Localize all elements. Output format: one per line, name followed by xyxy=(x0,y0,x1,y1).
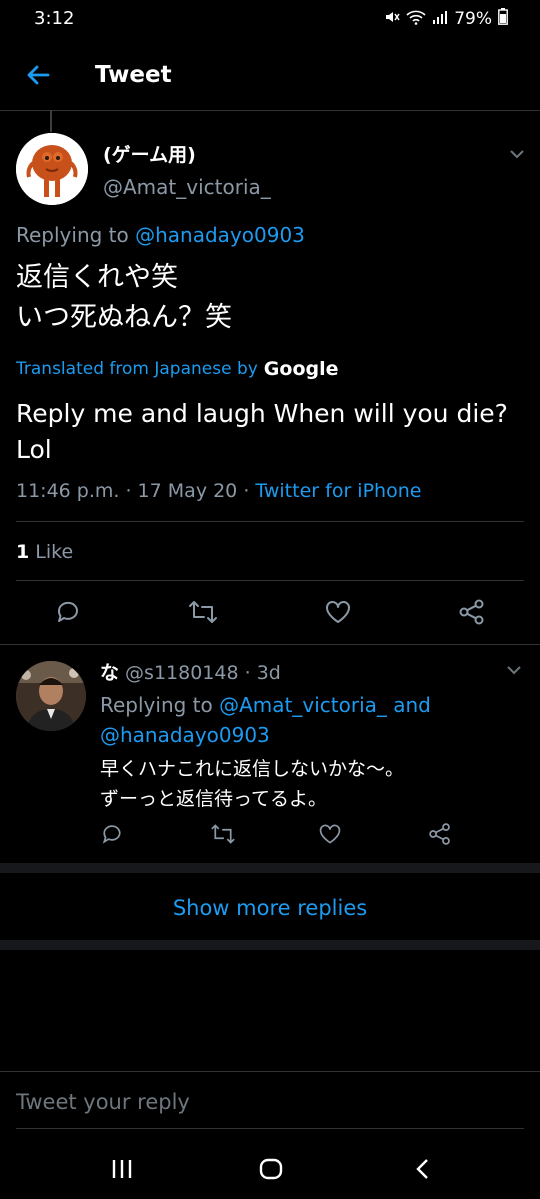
system-nav-bar xyxy=(0,1140,540,1199)
section-separator xyxy=(0,863,540,873)
tweet-meta: 11:46 p.m. · 17 May 20 · Twitter for iPh… xyxy=(16,480,421,502)
status-icons: 79% xyxy=(384,8,508,30)
battery-percent: 79% xyxy=(454,9,492,29)
back-nav-icon[interactable] xyxy=(412,1158,434,1184)
chevron-down-icon[interactable] xyxy=(505,662,523,681)
reply-actions xyxy=(100,820,520,852)
divider xyxy=(0,1071,540,1072)
reply-text-line: ずーっと返信待ってるよ。 xyxy=(100,788,328,810)
reply-text-line: 早くハナこれに返信しないかな〜。 xyxy=(100,758,405,780)
tweet-text-line: 返信くれや笑 xyxy=(16,262,178,293)
replying-prefix: Replying to xyxy=(16,223,129,247)
show-more-replies-button[interactable]: Show more replies xyxy=(0,880,540,938)
replying-prefix: Replying to xyxy=(100,693,220,717)
divider xyxy=(16,1128,524,1129)
divider xyxy=(16,521,524,522)
replying-to-link[interactable]: @hanadayo0903 xyxy=(100,723,270,747)
like-heart-icon[interactable] xyxy=(318,822,342,850)
mute-icon xyxy=(384,9,400,30)
tweet-text-line: いつ死ぬねん？笑 xyxy=(16,302,232,333)
reply-handle-time: @s1180148 · 3d xyxy=(119,662,281,684)
signal-icon xyxy=(432,9,448,30)
battery-icon xyxy=(498,8,508,30)
tweet-source-link[interactable]: Twitter for iPhone xyxy=(255,480,421,502)
google-logo: Google xyxy=(263,358,339,380)
retweet-icon[interactable] xyxy=(188,598,218,630)
avatar[interactable] xyxy=(16,133,88,205)
thread-connector xyxy=(50,110,52,132)
avatar[interactable] xyxy=(16,661,86,731)
home-icon[interactable] xyxy=(259,1158,283,1184)
like-label: Like xyxy=(29,541,74,563)
chevron-down-icon[interactable] xyxy=(508,146,526,165)
reply-replying-to: Replying to @Amat_victoria_ and @hanaday… xyxy=(100,690,520,750)
replying-to-link[interactable]: @Amat_victoria_ and xyxy=(219,693,431,717)
translated-text: Reply me and laugh When will you die? Lo… xyxy=(16,399,508,464)
reply-text: 早くハナこれに返信しないかな〜。 ずーっと返信待ってるよ。 xyxy=(100,754,404,814)
retweet-icon[interactable] xyxy=(210,822,236,850)
reply-display-name: な xyxy=(100,662,120,684)
tweet-actions xyxy=(0,590,540,640)
reply-input[interactable]: Tweet your reply xyxy=(16,1090,190,1114)
reply-icon[interactable] xyxy=(54,598,82,630)
divider xyxy=(0,644,540,645)
author-handle[interactable]: @Amat_victoria_ xyxy=(103,175,271,199)
like-heart-icon[interactable] xyxy=(324,598,352,630)
tweet-text: 返信くれや笑 いつ死ぬねん？笑 xyxy=(16,258,232,338)
replying-to-link[interactable]: @hanadayo0903 xyxy=(135,223,305,247)
reply-icon[interactable] xyxy=(100,822,124,850)
divider xyxy=(16,580,524,581)
author-display-name[interactable]: (ゲーム用) xyxy=(103,140,196,167)
share-icon[interactable] xyxy=(458,598,486,630)
status-time: 3:12 xyxy=(34,8,75,29)
translation-attribution[interactable]: Translated from Japanese by Google xyxy=(16,358,339,380)
likes-count[interactable]: 1 Like xyxy=(16,541,73,563)
recent-apps-icon[interactable] xyxy=(110,1158,134,1184)
back-arrow-icon[interactable] xyxy=(22,59,54,91)
share-icon[interactable] xyxy=(428,822,452,850)
replying-to: Replying to @hanadayo0903 xyxy=(16,223,305,247)
top-bar: Tweet xyxy=(0,40,540,111)
wifi-icon xyxy=(406,9,426,30)
section-separator xyxy=(0,940,540,950)
like-number: 1 xyxy=(16,541,30,563)
translated-label: Translated from Japanese by xyxy=(16,359,258,379)
tweet-timestamp: 11:46 p.m. · 17 May 20 · xyxy=(16,480,256,502)
reply-author[interactable]: な @s1180148 · 3d xyxy=(100,658,281,685)
page-title: Tweet xyxy=(95,62,172,88)
status-bar: 3:12 79% xyxy=(0,0,540,40)
